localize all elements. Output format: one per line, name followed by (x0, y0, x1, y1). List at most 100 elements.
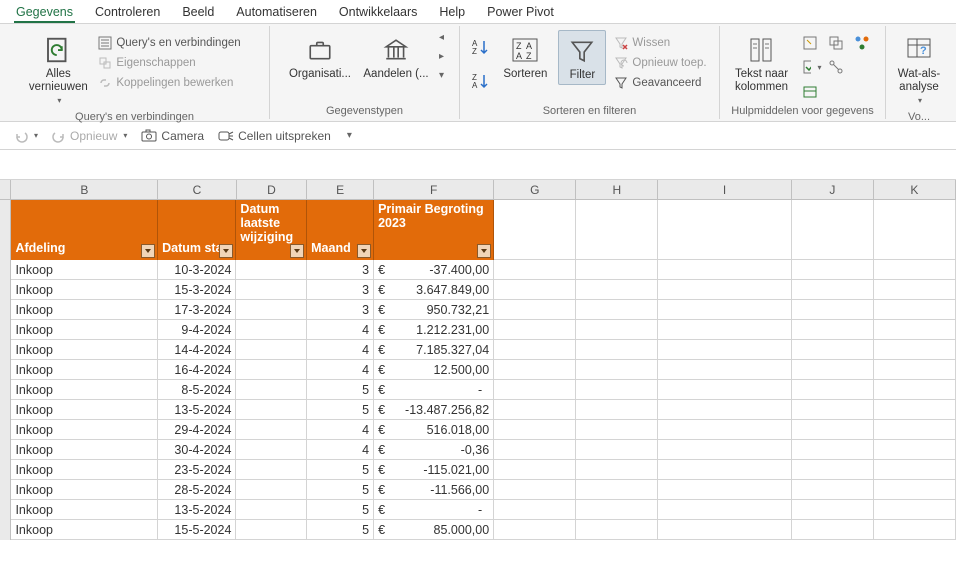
empty-cell[interactable] (792, 460, 874, 480)
empty-cell[interactable] (792, 340, 874, 360)
cell-afdeling[interactable]: Inkoop (11, 380, 158, 400)
cell-wijziging[interactable] (236, 320, 307, 340)
cell-afdeling[interactable]: Inkoop (11, 460, 158, 480)
empty-cell[interactable] (576, 380, 658, 400)
advanced-filter-button[interactable]: Geavanceerd (612, 74, 708, 92)
cell-datum[interactable]: 13-5-2024 (158, 400, 236, 420)
cell-datum[interactable]: 15-3-2024 (158, 280, 236, 300)
empty-cell[interactable] (494, 440, 576, 460)
cell-wijziging[interactable] (236, 420, 307, 440)
empty-cell[interactable] (874, 400, 956, 420)
cell-afdeling[interactable]: Inkoop (11, 260, 158, 280)
empty-cell[interactable] (874, 380, 956, 400)
refresh-all-button[interactable]: Alles vernieuwen ▾ (26, 30, 90, 109)
filter-dropdown-button[interactable] (219, 244, 233, 258)
empty-cell[interactable] (494, 380, 576, 400)
ribbon-tab-beeld[interactable]: Beeld (180, 4, 216, 23)
sort-asc-button[interactable]: AZ (470, 36, 492, 58)
qat-overflow-button[interactable]: ▾ (345, 130, 352, 141)
empty-cell[interactable] (658, 340, 791, 360)
cell-maand[interactable]: 5 (307, 500, 374, 520)
camera-button[interactable]: Camera (141, 129, 204, 143)
empty-cell[interactable] (576, 280, 658, 300)
empty-cell[interactable] (494, 320, 576, 340)
empty-cell[interactable] (658, 500, 791, 520)
consolidate-button[interactable] (852, 32, 876, 54)
row-header[interactable] (0, 460, 11, 480)
empty-cell[interactable] (874, 420, 956, 440)
empty-cell[interactable] (658, 360, 791, 380)
empty-cell[interactable] (792, 500, 874, 520)
cell-wijziging[interactable] (236, 260, 307, 280)
empty-cell[interactable] (658, 400, 791, 420)
cell-datum[interactable]: 16-4-2024 (158, 360, 236, 380)
column-header-H[interactable]: H (576, 180, 658, 199)
ribbon-tab-help[interactable]: Help (437, 4, 467, 23)
cell-maand[interactable]: 5 (307, 520, 374, 540)
empty-cell[interactable] (874, 440, 956, 460)
empty-cell[interactable] (658, 480, 791, 500)
empty-cell[interactable] (494, 460, 576, 480)
empty-cell[interactable] (792, 280, 874, 300)
empty-cell[interactable] (874, 320, 956, 340)
cell-afdeling[interactable]: Inkoop (11, 360, 158, 380)
ribbon-tab-gegevens[interactable]: Gegevens (14, 4, 75, 23)
empty-cell[interactable] (792, 480, 874, 500)
empty-cell[interactable] (658, 380, 791, 400)
cell-bedrag[interactable]: €- (374, 500, 494, 520)
ribbon-tab-ontwikkelaars[interactable]: Ontwikkelaars (337, 4, 420, 23)
cell-wijziging[interactable] (236, 340, 307, 360)
empty-cell[interactable] (576, 460, 658, 480)
column-header-D[interactable]: D (237, 180, 308, 199)
cell-maand[interactable]: 5 (307, 380, 374, 400)
remove-duplicates-button[interactable] (826, 32, 850, 54)
cell-afdeling[interactable]: Inkoop (11, 400, 158, 420)
queries-connections-button[interactable]: Query's en verbindingen (96, 34, 242, 52)
row-header[interactable] (0, 440, 11, 460)
cell-afdeling[interactable]: Inkoop (11, 420, 158, 440)
undo-button[interactable]: ▾ (14, 129, 38, 143)
text-to-columns-button[interactable]: Tekst naar kolommen (730, 30, 794, 96)
row-header[interactable] (0, 520, 11, 540)
cell-bedrag[interactable]: €-0,36 (374, 440, 494, 460)
sort-button[interactable]: ZAAZ Sorteren (498, 30, 552, 83)
empty-header[interactable] (874, 200, 956, 260)
empty-header[interactable] (658, 200, 791, 260)
header-maand[interactable]: Maand (307, 200, 374, 260)
sort-desc-button[interactable]: ZA (470, 70, 492, 92)
empty-cell[interactable] (792, 260, 874, 280)
empty-cell[interactable] (792, 320, 874, 340)
empty-cell[interactable] (576, 420, 658, 440)
empty-cell[interactable] (658, 280, 791, 300)
empty-cell[interactable] (576, 400, 658, 420)
cell-bedrag[interactable]: €950.732,21 (374, 300, 494, 320)
empty-cell[interactable] (792, 300, 874, 320)
worksheet[interactable]: BCDEFGHIJK AfdelingDatum staDatum laatst… (0, 180, 956, 540)
empty-cell[interactable] (576, 300, 658, 320)
empty-cell[interactable] (874, 260, 956, 280)
cell-wijziging[interactable] (236, 300, 307, 320)
ribbon-tab-automatiseren[interactable]: Automatiseren (234, 4, 319, 23)
row-header[interactable] (0, 380, 11, 400)
cell-maand[interactable]: 4 (307, 340, 374, 360)
empty-header[interactable] (792, 200, 874, 260)
cell-datum[interactable]: 23-5-2024 (158, 460, 236, 480)
column-header-B[interactable]: B (11, 180, 158, 199)
cell-bedrag[interactable]: €1.212.231,00 (374, 320, 494, 340)
cell-bedrag[interactable]: €-115.021,00 (374, 460, 494, 480)
empty-cell[interactable] (792, 360, 874, 380)
chevron-left-icon[interactable]: ◂ (439, 32, 444, 43)
empty-cell[interactable] (494, 400, 576, 420)
empty-cell[interactable] (576, 440, 658, 460)
row-header[interactable] (0, 480, 11, 500)
cell-afdeling[interactable]: Inkoop (11, 340, 158, 360)
cell-bedrag[interactable]: €-37.400,00 (374, 260, 494, 280)
cell-bedrag[interactable]: €12.500,00 (374, 360, 494, 380)
cell-datum[interactable]: 10-3-2024 (158, 260, 236, 280)
empty-cell[interactable] (576, 500, 658, 520)
cell-bedrag[interactable]: €516.018,00 (374, 420, 494, 440)
cell-afdeling[interactable]: Inkoop (11, 440, 158, 460)
empty-cell[interactable] (658, 320, 791, 340)
cell-wijziging[interactable] (236, 400, 307, 420)
cell-wijziging[interactable] (236, 520, 307, 540)
